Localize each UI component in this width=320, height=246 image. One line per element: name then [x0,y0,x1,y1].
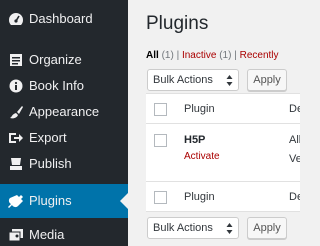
filter-inactive-count: (1) [219,50,232,61]
select-all-checkbox-footer[interactable] [154,191,167,204]
filter-inactive-label: Inactive [181,50,217,61]
sidebar-item-label: Appearance [29,104,100,119]
filter-all[interactable]: All (1) [146,50,174,61]
row-checkbox[interactable] [154,134,167,147]
apply-button-top[interactable]: Apply [247,69,287,91]
activate-link[interactable]: Activate [184,151,220,162]
media-icon [8,228,24,242]
organize-icon [8,53,24,67]
table-footer-row: Plugin De [146,182,300,212]
bulk-actions-select-bottom[interactable]: Bulk Actions [147,217,239,239]
bulk-actions-value: Bulk Actions [153,222,213,234]
select-arrows-icon [226,222,233,235]
filter-all-label: All [146,50,159,61]
dashboard-icon [8,12,24,26]
publish-icon [8,157,24,171]
plugins-icon [8,194,24,208]
sidebar-item-label: Publish [29,156,72,171]
apply-button-bottom[interactable]: Apply [247,217,287,239]
sidebar-item-label: Dashboard [29,11,93,26]
paintbrush-icon [8,105,24,119]
sidebar-item-label: Organize [29,52,82,67]
column-footer-description: De [289,191,300,203]
admin-sidebar: Dashboard Organize Book Info Appearance … [0,0,128,246]
filter-recently-active[interactable]: Recently [240,50,279,61]
main-content: Plugins All (1) | Inactive (1) | Recentl… [128,0,300,246]
sidebar-item-plugins[interactable]: Plugins [0,184,128,218]
page-title: Plugins [146,13,209,34]
sidebar-item-label: Plugins [29,193,72,208]
select-arrows-icon [226,74,233,87]
plugin-version: Ver [289,153,300,165]
plugins-table: Plugin De H5P Activate Allo Ver Plugin D… [146,93,300,212]
sidebar-item-label: Media [29,227,65,242]
plugin-description: Allo [289,134,300,146]
sidebar-item-publish[interactable]: Publish [0,147,128,181]
sidebar-item-label: Book Info [29,78,84,93]
filter-separator: | [176,50,180,61]
plugin-name: H5P [184,134,206,146]
info-icon [8,79,24,93]
column-header-description: De [289,103,300,115]
filter-all-count: (1) [161,50,174,61]
filter-separator: | [234,50,237,61]
column-header-plugin[interactable]: Plugin [184,103,215,115]
export-icon [8,131,24,145]
table-row: H5P Activate Allo Ver [146,124,300,182]
bulk-actions-value: Bulk Actions [153,74,213,86]
select-all-checkbox[interactable] [154,103,167,116]
sidebar-item-media[interactable]: Media [0,218,128,246]
sidebar-item-dashboard[interactable]: Dashboard [0,2,128,36]
filter-inactive[interactable]: Inactive (1) [182,50,231,61]
bulk-actions-select-top[interactable]: Bulk Actions [147,69,239,91]
sidebar-item-label: Export [29,130,67,145]
plugin-filter-links: All (1) | Inactive (1) | Recently [146,50,279,61]
table-header-row: Plugin De [146,94,300,124]
column-footer-plugin[interactable]: Plugin [184,191,215,203]
